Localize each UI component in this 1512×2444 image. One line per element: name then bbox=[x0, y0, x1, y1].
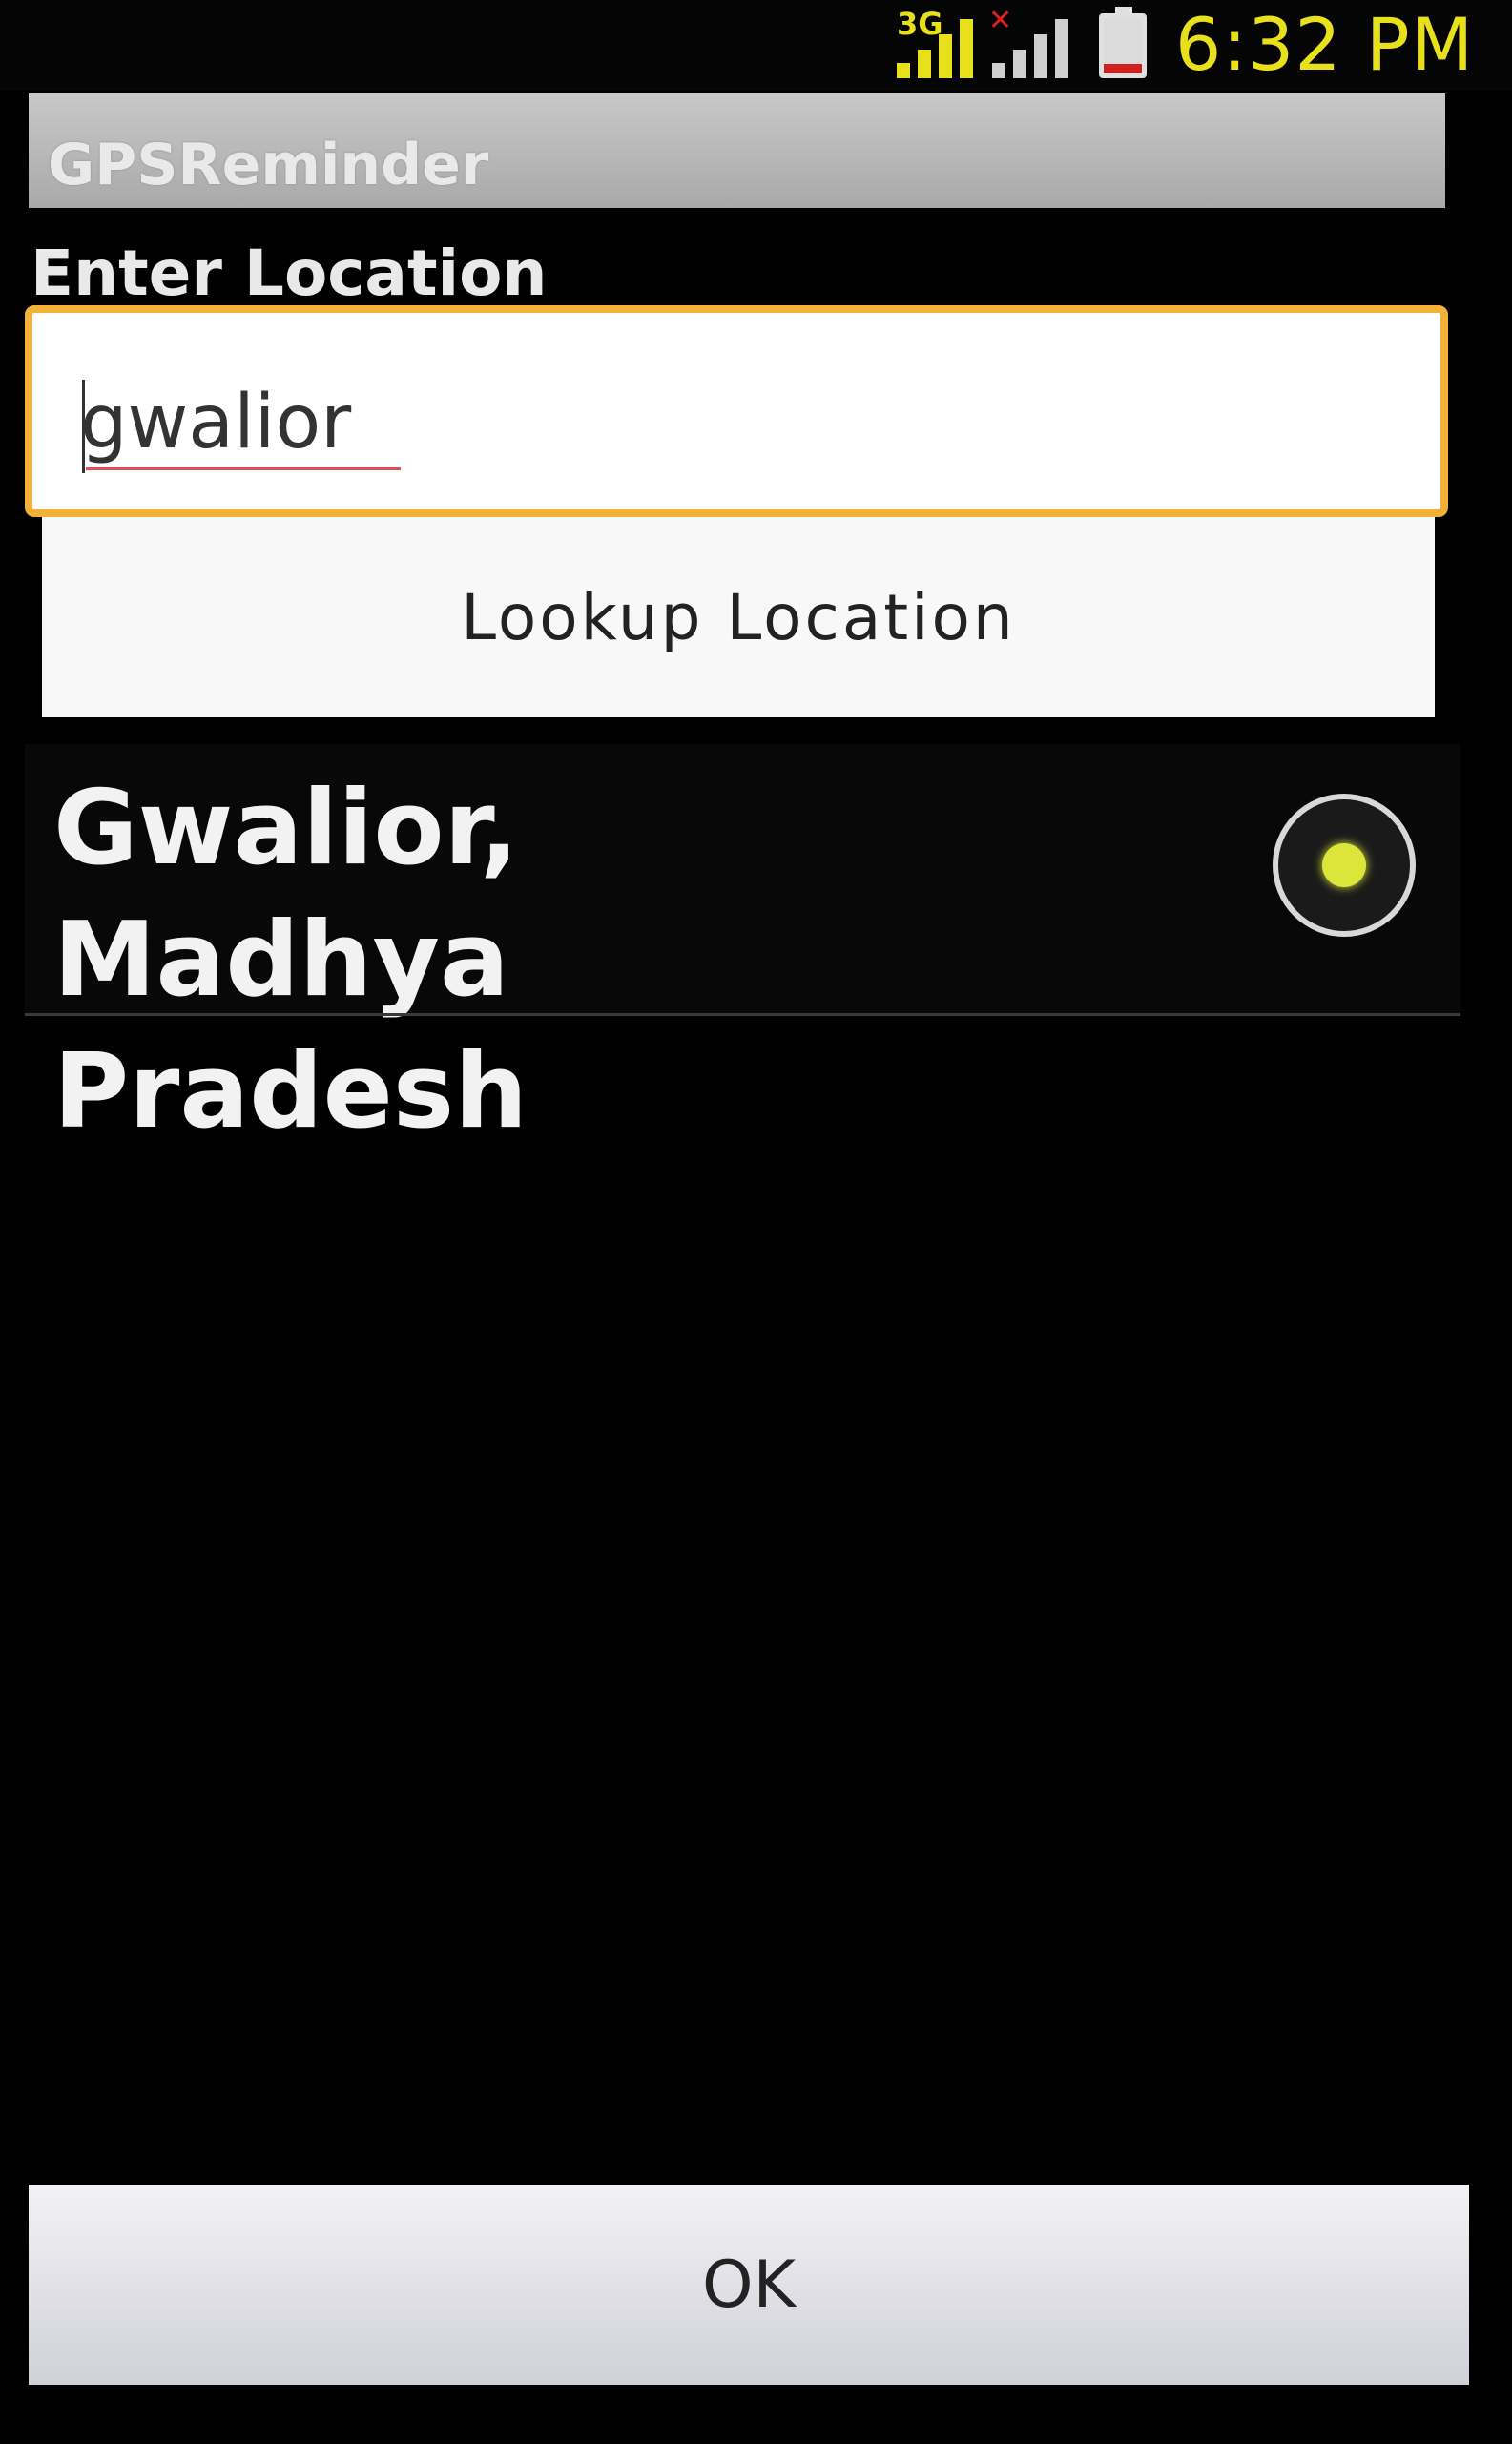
radio-button-selected[interactable] bbox=[1273, 794, 1416, 937]
list-divider bbox=[25, 1013, 1460, 1016]
battery-low-icon bbox=[1099, 7, 1147, 78]
ok-button[interactable]: OK bbox=[29, 2185, 1469, 2385]
text-cursor bbox=[82, 380, 85, 473]
location-input[interactable] bbox=[80, 370, 1320, 475]
location-label: Enter Location bbox=[31, 237, 548, 310]
app-title: GPSReminder bbox=[48, 132, 489, 198]
signal-3g-icon bbox=[897, 11, 973, 78]
location-input-container[interactable] bbox=[25, 305, 1448, 517]
list-item-result[interactable]: Gwalior, Madhya Pradesh bbox=[25, 744, 1460, 1151]
radio-selected-dot-icon bbox=[1322, 843, 1366, 887]
spellcheck-underline bbox=[86, 467, 401, 470]
status-bar: 3G ✕ 6:32 PM bbox=[0, 0, 1512, 91]
result-label: Gwalior, Madhya Pradesh bbox=[53, 769, 528, 1151]
app-title-bar: GPSReminder bbox=[29, 93, 1445, 208]
lookup-location-button[interactable]: Lookup Location bbox=[42, 517, 1435, 717]
signal-no-sim-icon bbox=[992, 11, 1068, 78]
screen: 3G ✕ 6:32 PM GPSReminder Enter Location … bbox=[0, 0, 1512, 2444]
status-time: 6:32 PM bbox=[1175, 2, 1475, 87]
